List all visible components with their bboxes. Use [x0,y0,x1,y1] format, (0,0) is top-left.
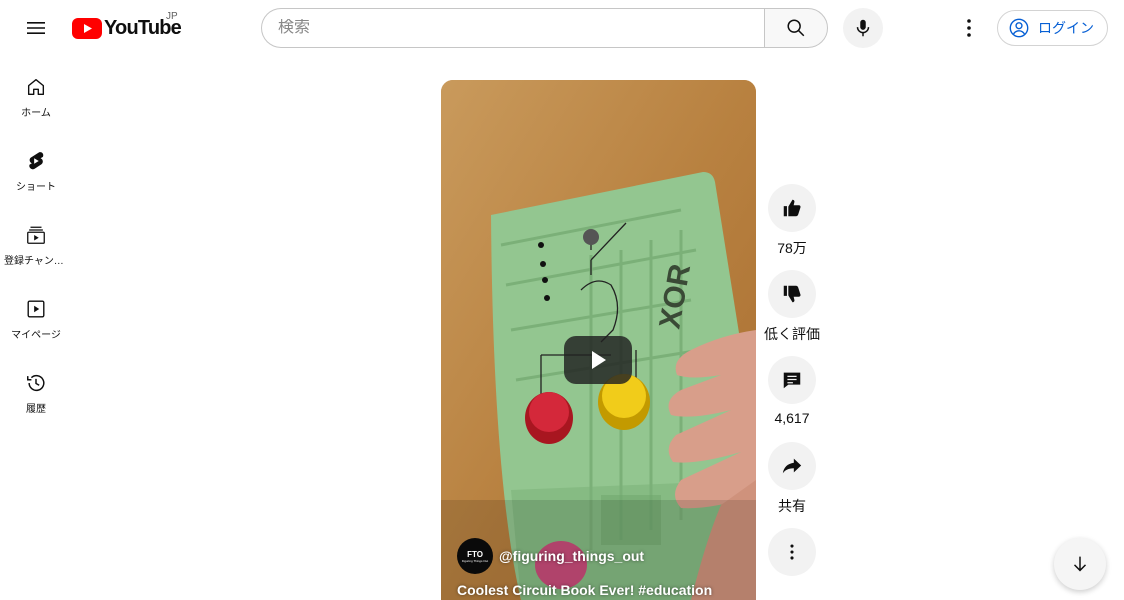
play-button[interactable] [564,336,632,384]
dislike-label: 低く評価 [764,326,820,342]
sidebar-item-label: マイページ [11,330,61,341]
more-vert-icon [967,19,971,37]
share-button[interactable] [768,442,816,490]
sidebar-item-history[interactable]: 履歴 [0,352,72,426]
like-button[interactable] [768,184,816,232]
microphone-icon [856,19,870,37]
search-input[interactable] [278,19,764,37]
sign-in-button[interactable]: ログイン [997,10,1108,46]
comment-icon [783,372,801,389]
comment-button[interactable] [768,356,816,404]
thumb-up-icon [783,199,801,217]
guide-menu-button[interactable] [16,8,56,48]
shorts-icon [29,152,44,170]
masthead: YouTube JP ログイン [0,0,1124,56]
thumb-down-icon [783,285,801,303]
like-count: 78万 [777,240,807,256]
video-title[interactable]: Coolest Circuit Book Ever! #education [457,582,712,598]
share-label: 共有 [778,498,806,514]
more-action [767,528,817,576]
sign-in-label: ログイン [1038,20,1094,36]
sidebar-item-subscriptions[interactable]: 登録チャンネル [0,204,72,278]
search-icon [787,19,805,37]
youtube-logo[interactable]: YouTube [72,16,182,40]
sidebar-item-label: ホーム [21,108,51,119]
search-button[interactable] [764,8,828,48]
share-action: 共有 [767,442,817,516]
more-actions-button[interactable] [768,528,816,576]
search-box [261,8,764,48]
like-action: 78万 [767,184,817,258]
more-vert-icon [790,544,794,560]
subscriptions-icon [27,226,45,244]
home-icon [27,78,45,96]
channel-avatar[interactable]: FTO Figuring Things Out [457,538,493,574]
sidebar-item-home[interactable]: ホーム [0,56,72,130]
arrow-down-icon [1073,556,1087,572]
sidebar-item-you[interactable]: マイページ [0,278,72,352]
search-form [261,8,828,48]
avatar-initials: FTO [467,549,483,559]
logo-region-code: JP [166,11,178,22]
avatar-subtext: Figuring Things Out [461,558,489,563]
sidebar-item-label: 履歴 [26,404,46,415]
history-icon [27,375,45,392]
hamburger-menu-icon [27,22,45,34]
play-icon [592,351,606,369]
account-circle-icon [1009,18,1029,38]
channel-info: FTO Figuring Things Out @figuring_things… [457,538,644,574]
dislike-action: 低く評価 [764,270,820,344]
dislike-button[interactable] [768,270,816,318]
sidebar-item-label: ショート [16,182,56,193]
mini-guide-sidebar: ホーム ショート 登録チャンネル マイページ 履歴 [0,56,72,426]
share-icon [782,458,802,474]
comment-count: 4,617 [774,410,810,426]
sidebar-item-shorts[interactable]: ショート [0,130,72,204]
shorts-video-player[interactable]: XOR FTO Figuring Things Out @figuring_th… [441,80,756,600]
comment-action: 4,617 [767,356,817,430]
shorts-action-bar: 78万 低く評価 4,617 共有 [764,184,820,576]
you-library-icon [27,300,45,318]
next-video-button[interactable] [1054,538,1106,590]
sidebar-item-label: 登録チャンネル [4,256,68,267]
youtube-play-logo-icon [72,17,102,39]
voice-search-button[interactable] [843,8,883,48]
channel-handle-link[interactable]: @figuring_things_out [499,548,644,564]
settings-more-button[interactable] [949,8,989,48]
